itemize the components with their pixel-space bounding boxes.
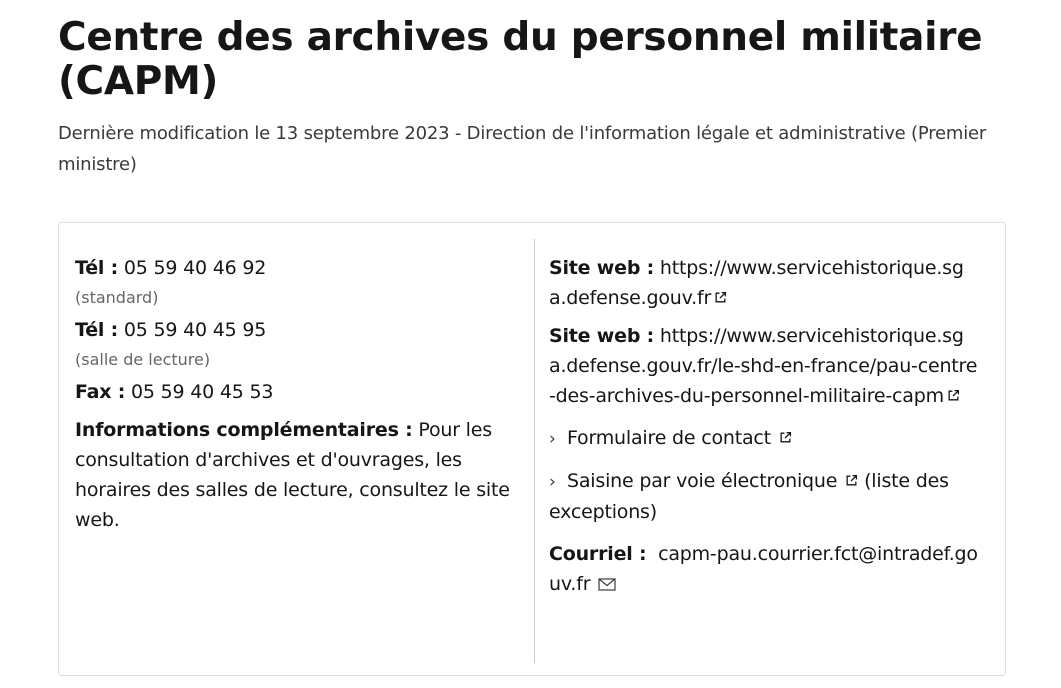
page-content: Centre des archives du personnel militai… [58, 0, 1008, 676]
external-link-icon [948, 389, 959, 401]
fax-value: 05 59 40 45 53 [131, 381, 274, 403]
chevron-right-icon: › [549, 429, 556, 449]
column-divider [534, 239, 535, 663]
page-title: Centre des archives du personnel militai… [58, 15, 983, 104]
website-label: Site web : [549, 257, 655, 279]
phone-reading-room-link[interactable]: 05 59 40 45 95 [124, 319, 266, 341]
email-label: Courriel : [549, 543, 647, 565]
website-2: Site web : https://www.servicehistorique… [549, 321, 979, 411]
last-modified-meta: Dernière modification le 13 septembre 20… [58, 123, 987, 175]
website-label: Site web : [549, 325, 655, 347]
contact-card: Tél : 05 59 40 46 92 (standard) Tél : 05… [58, 222, 1006, 676]
fax-label: Fax : [75, 381, 126, 403]
contact-right-column: Site web : https://www.servicehistorique… [549, 253, 979, 599]
contact-left-column: Tél : 05 59 40 46 92 (standard) Tél : 05… [75, 253, 515, 535]
contact-form-label: Formulaire de contact [567, 427, 771, 449]
website-1: Site web : https://www.servicehistorique… [549, 253, 979, 313]
electronic-referral-label: Saisine par voie électronique [567, 470, 838, 492]
additional-info: Informations complémentaires : Pour les … [75, 415, 515, 535]
additional-info-label: Informations complémentaires : [75, 419, 413, 441]
phone-standard: Tél : 05 59 40 46 92 [75, 253, 515, 283]
external-link-icon [846, 474, 858, 486]
phone-standard-link[interactable]: 05 59 40 46 92 [124, 257, 266, 279]
electronic-referral-link[interactable]: Saisine par voie électronique [567, 470, 858, 492]
external-link-icon [780, 431, 791, 443]
envelope-icon [598, 578, 616, 591]
contact-form-item: › Formulaire de contact [549, 423, 979, 454]
phone-label: Tél : [75, 319, 119, 341]
contact-form-link[interactable]: Formulaire de contact [567, 427, 792, 449]
chevron-right-icon: › [549, 472, 556, 492]
phone-label: Tél : [75, 257, 119, 279]
fax: Fax : 05 59 40 45 53 [75, 377, 515, 407]
email: Courriel : capm-pau.courrier.fct@intrade… [549, 539, 979, 599]
phone-reading-room: Tél : 05 59 40 45 95 [75, 315, 515, 345]
external-link-icon [715, 291, 727, 303]
phone-reading-room-note: (salle de lecture) [75, 350, 211, 369]
electronic-referral-item: › Saisine par voie électronique (liste de… [549, 466, 979, 527]
phone-standard-note: (standard) [75, 288, 159, 307]
